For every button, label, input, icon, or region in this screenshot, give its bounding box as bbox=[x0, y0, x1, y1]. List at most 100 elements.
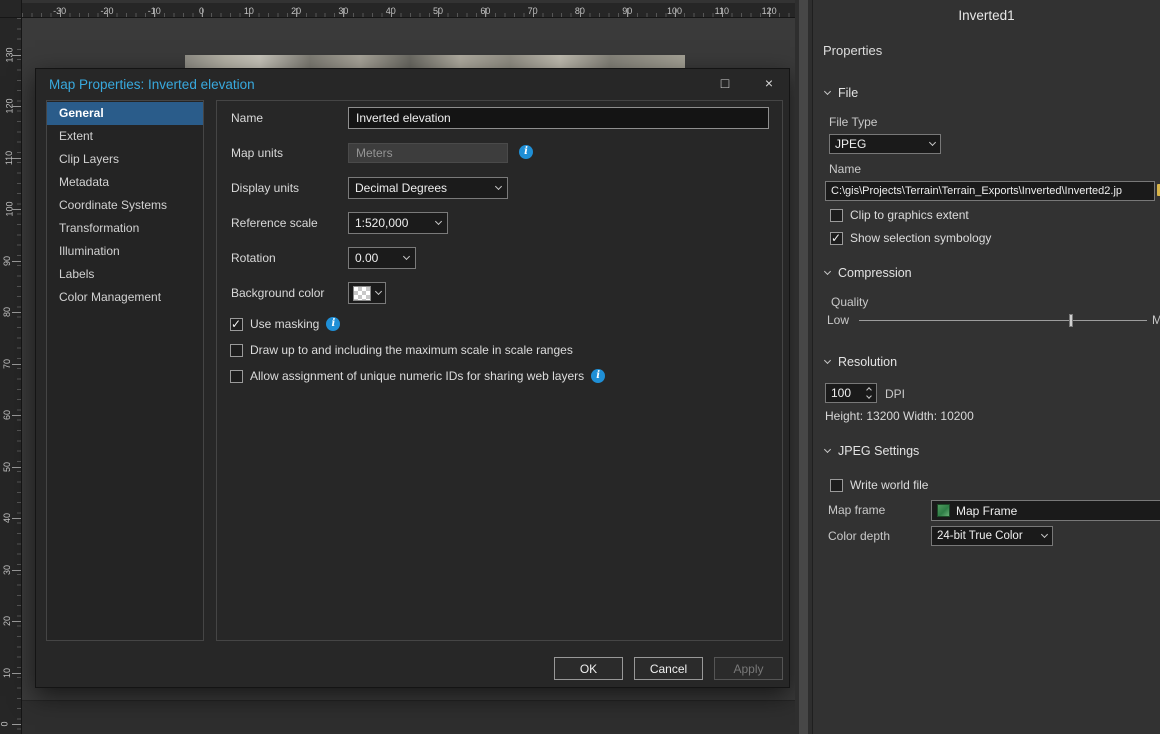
checkbox[interactable] bbox=[230, 344, 243, 357]
display-units-select[interactable]: Decimal Degrees bbox=[348, 177, 508, 199]
vertical-ruler: 1301201101009080706050403020100 bbox=[0, 18, 22, 734]
dialog-tab[interactable]: Coordinate Systems bbox=[47, 194, 203, 217]
ruler-label: 90 bbox=[2, 256, 12, 266]
name-value: Inverted elevation bbox=[356, 111, 451, 125]
section-label: Resolution bbox=[838, 355, 897, 369]
quality-slider-handle[interactable] bbox=[1069, 314, 1073, 327]
section-label: Compression bbox=[838, 266, 912, 280]
reference-scale-select[interactable]: 1:520,000 bbox=[348, 212, 448, 234]
reference-scale-label: Reference scale bbox=[231, 216, 318, 230]
name-label: Name bbox=[231, 111, 263, 125]
ruler-label: 20 bbox=[2, 616, 12, 626]
ruler-label: 100 bbox=[667, 6, 682, 16]
file-type-value: JPEG bbox=[835, 137, 866, 151]
cancel-button[interactable]: Cancel bbox=[634, 657, 703, 680]
maximize-icon[interactable]: □ bbox=[711, 71, 739, 95]
file-name-value: C:\gis\Projects\Terrain\Terrain_Exports\… bbox=[831, 185, 1122, 197]
dialog-tab[interactable]: Transformation bbox=[47, 217, 203, 240]
dialog-tab-label: Color Management bbox=[59, 290, 161, 304]
ruler-tick: 30 bbox=[320, 3, 367, 17]
checkbox[interactable] bbox=[830, 209, 843, 222]
dialog-tab-label: Coordinate Systems bbox=[59, 198, 167, 212]
close-icon[interactable]: × bbox=[755, 71, 783, 95]
checkbox[interactable] bbox=[830, 232, 843, 245]
ruler-tick: 10 bbox=[0, 647, 21, 699]
chevron-down-icon bbox=[824, 446, 831, 453]
quality-max-label: M bbox=[1152, 313, 1160, 327]
checkbox-label: Draw up to and including the maximum sca… bbox=[250, 343, 573, 357]
dialog-tab-label: General bbox=[59, 106, 104, 120]
dialog-tab[interactable]: Metadata bbox=[47, 171, 203, 194]
rotation-select[interactable]: 0.00 bbox=[348, 247, 416, 269]
resolution-section-header[interactable]: Resolution bbox=[825, 355, 897, 369]
file-type-select[interactable]: JPEG bbox=[829, 134, 941, 154]
ruler-tick: 60 bbox=[462, 3, 509, 17]
ruler-label: 30 bbox=[338, 6, 348, 16]
background-color-picker[interactable] bbox=[348, 282, 386, 304]
map-frame-select[interactable]: Map Frame bbox=[931, 500, 1160, 521]
ruler-label: -30 bbox=[53, 6, 66, 16]
scrollbar[interactable] bbox=[795, 0, 812, 734]
map-frame-label: Map frame bbox=[828, 503, 885, 517]
info-icon: i bbox=[326, 317, 340, 331]
quality-slider[interactable] bbox=[859, 320, 1147, 321]
ruler-label: 110 bbox=[715, 6, 729, 16]
chevron-down-icon bbox=[435, 218, 442, 225]
ruler-label: 100 bbox=[5, 202, 15, 217]
dialog-tab[interactable]: Color Management bbox=[47, 286, 203, 309]
checkbox-row[interactable]: Use masking i bbox=[230, 317, 605, 331]
checkbox-row[interactable]: Draw up to and including the maximum sca… bbox=[230, 343, 605, 357]
compression-section-header[interactable]: Compression bbox=[825, 266, 912, 280]
ruler-label: 40 bbox=[386, 6, 396, 16]
checkbox[interactable] bbox=[230, 370, 243, 383]
map-units-label: Map units bbox=[231, 146, 283, 160]
file-name-label: Name bbox=[829, 162, 861, 176]
info-icon: i bbox=[591, 369, 605, 383]
ok-button[interactable]: OK bbox=[554, 657, 623, 680]
dialog-tab-label: Illumination bbox=[59, 244, 120, 258]
map-properties-dialog: Map Properties: Inverted elevation □ × G… bbox=[35, 68, 790, 688]
file-section-header[interactable]: File bbox=[825, 86, 858, 100]
ruler-label: 50 bbox=[433, 6, 443, 16]
checkbox[interactable] bbox=[230, 318, 243, 331]
dialog-title-bar[interactable]: Map Properties: Inverted elevation □ × bbox=[36, 69, 789, 99]
dialog-tab[interactable]: Extent bbox=[47, 125, 203, 148]
dialog-tab[interactable]: Clip Layers bbox=[47, 148, 203, 171]
display-units-label: Display units bbox=[231, 181, 299, 195]
ruler-label: 10 bbox=[2, 668, 12, 678]
world-file-checkbox-row[interactable]: Write world file bbox=[830, 478, 928, 492]
dialog-tab-list: General Extent Clip Layers Metadata Coor… bbox=[46, 100, 204, 641]
map-units-value: Meters bbox=[356, 146, 393, 160]
ruler-tick: 130 bbox=[0, 29, 21, 81]
dpi-spinner[interactable]: 100 bbox=[825, 383, 877, 403]
ruler-tick: 90 bbox=[0, 235, 21, 287]
ruler-label: 80 bbox=[575, 6, 585, 16]
apply-button: Apply bbox=[714, 657, 783, 680]
chevron-down-icon bbox=[1041, 531, 1048, 538]
ruler-label: 90 bbox=[622, 6, 632, 16]
chevron-down-icon bbox=[929, 139, 936, 146]
ruler-label: 0 bbox=[0, 722, 10, 727]
dialog-tab-label: Metadata bbox=[59, 175, 109, 189]
ruler-label: 110 bbox=[4, 151, 14, 165]
properties-header: Properties bbox=[823, 43, 882, 58]
dialog-tab[interactable]: General bbox=[47, 102, 203, 125]
dialog-tab[interactable]: Labels bbox=[47, 263, 203, 286]
spinner-arrows-icon[interactable] bbox=[867, 388, 871, 398]
ruler-label: 60 bbox=[480, 6, 490, 16]
checkbox[interactable] bbox=[830, 479, 843, 492]
checkbox-row[interactable]: Allow assignment of unique numeric IDs f… bbox=[230, 369, 605, 383]
quality-label: Quality bbox=[831, 295, 868, 309]
name-input[interactable]: Inverted elevation bbox=[348, 107, 769, 129]
color-depth-select[interactable]: 24-bit True Color bbox=[931, 526, 1053, 546]
dialog-tab[interactable]: Illumination bbox=[47, 240, 203, 263]
selection-symbology-checkbox-row[interactable]: Show selection symbology bbox=[830, 231, 991, 245]
scrollbar-track[interactable] bbox=[799, 0, 808, 734]
ruler-corner bbox=[0, 0, 22, 18]
clip-graphics-checkbox-row[interactable]: Clip to graphics extent bbox=[830, 208, 969, 222]
ruler-label: 50 bbox=[2, 462, 12, 472]
jpeg-settings-section-header[interactable]: JPEG Settings bbox=[825, 444, 919, 458]
chevron-down-icon bbox=[824, 357, 831, 364]
file-name-input[interactable]: C:\gis\Projects\Terrain\Terrain_Exports\… bbox=[825, 181, 1155, 201]
ruler-tick: 0 bbox=[178, 3, 225, 17]
